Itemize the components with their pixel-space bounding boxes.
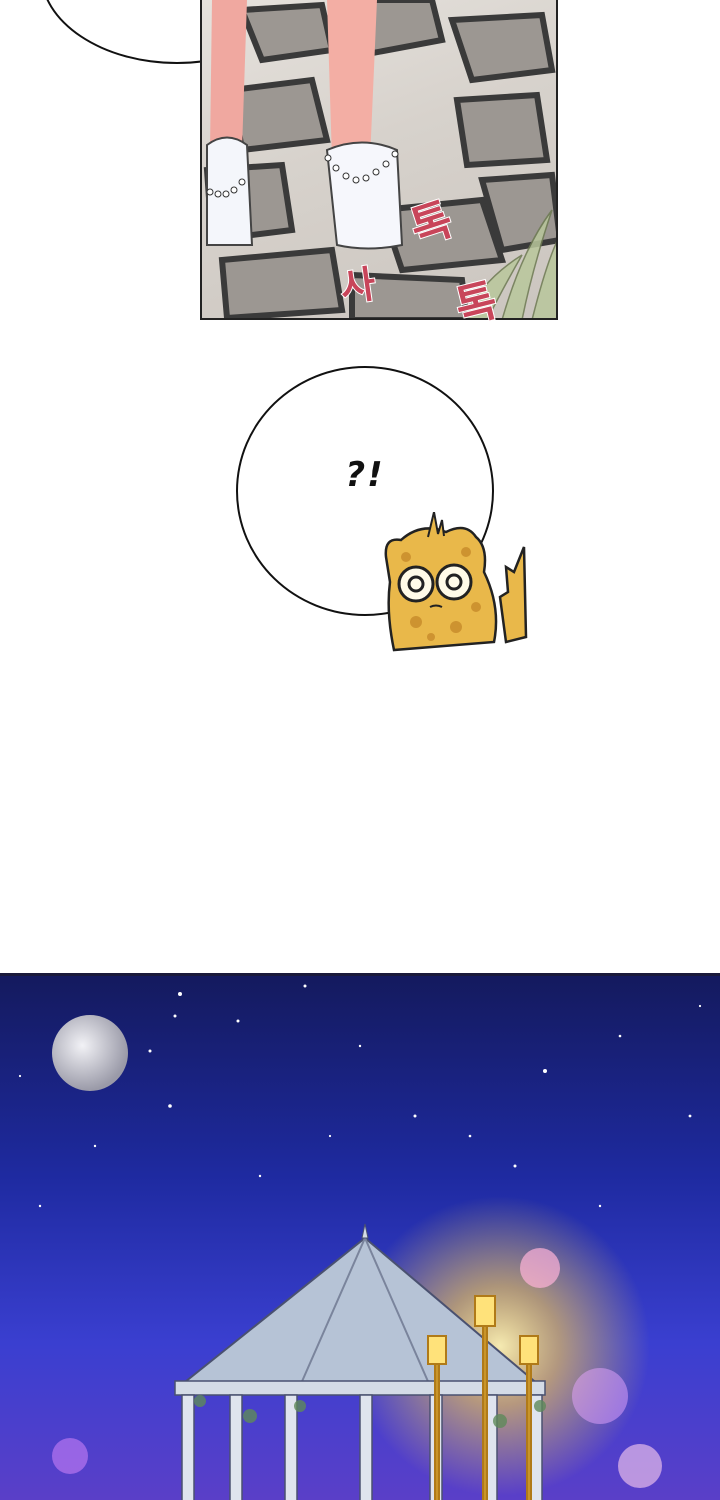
speech-bubble-text: ?! <box>345 455 385 495</box>
sfx-sa: 사 <box>337 261 380 311</box>
night-gazebo-panel <box>0 973 720 1500</box>
moon-icon <box>52 1015 128 1091</box>
startled-critter-icon <box>384 512 528 652</box>
night-gazebo-illustration <box>18 984 702 1500</box>
stone-path-illustration <box>203 0 556 318</box>
stone-path-panel <box>200 0 558 320</box>
